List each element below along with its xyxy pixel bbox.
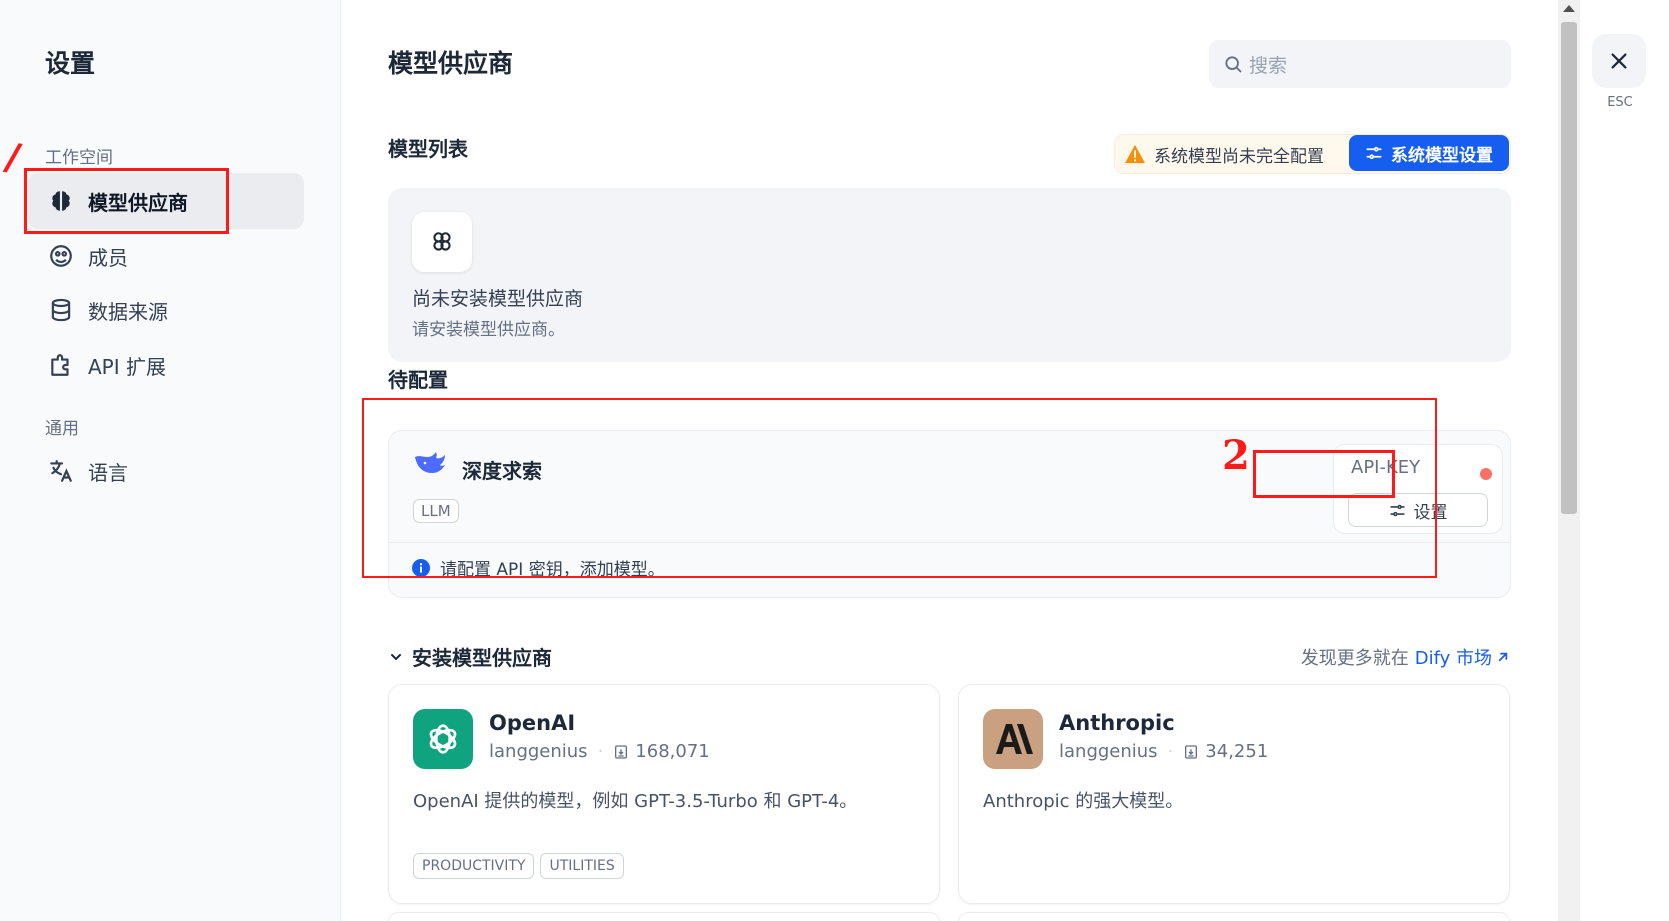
members-icon bbox=[46, 241, 76, 271]
vertical-scrollbar[interactable] bbox=[1558, 0, 1580, 921]
plugin-downloads: 168,071 bbox=[635, 741, 710, 762]
install-provider-toggle[interactable]: 安装模型供应商 bbox=[388, 642, 552, 671]
plugin-tags: PRODUCTIVITY UTILITIES bbox=[413, 853, 624, 879]
plugin-name: OpenAI bbox=[489, 711, 576, 735]
translate-icon bbox=[46, 456, 76, 486]
annotation-mark-2: 2 bbox=[1222, 432, 1250, 479]
scroll-up-arrow-icon[interactable] bbox=[1563, 5, 1575, 12]
warning-icon bbox=[1124, 144, 1146, 164]
settings-app: 设置 工作空间 模型供应商 成员 数据来源 API 扩展 通用 语言 模型供应商… bbox=[0, 0, 1669, 921]
apikey-setup-label: 设置 bbox=[1413, 502, 1448, 523]
plugin-card-partial[interactable] bbox=[388, 912, 940, 921]
search-icon bbox=[1223, 54, 1243, 74]
apikey-label: API-KEY bbox=[1351, 457, 1421, 478]
empty-model-list-card: 尚未安装模型供应商 请安装模型供应商。 bbox=[388, 188, 1511, 362]
model-list-label: 模型列表 bbox=[388, 137, 468, 161]
plugin-card-openai[interactable]: OpenAI langgenius · 168,071 OpenAI 提供的模型… bbox=[388, 684, 940, 904]
system-model-settings-label: 系统模型设置 bbox=[1391, 145, 1493, 166]
openai-logo-icon bbox=[413, 709, 473, 769]
general-group-label: 通用 bbox=[45, 419, 79, 439]
pending-provider-header: 深度求索 LLM API-KEY 设置 bbox=[389, 431, 1510, 543]
dify-market-link[interactable]: 发现更多就在 Dify 市场 bbox=[1301, 644, 1511, 670]
plugin-desc: Anthropic 的强大模型。 bbox=[983, 791, 1184, 812]
provider-name: 深度求索 bbox=[462, 459, 542, 483]
page-title: 模型供应商 bbox=[388, 49, 514, 78]
scroll-thumb[interactable] bbox=[1561, 22, 1577, 514]
empty-state-title: 尚未安装模型供应商 bbox=[412, 288, 584, 310]
market-link-text: Dify 市场 bbox=[1414, 648, 1492, 669]
pending-info-text: 请配置 API 密钥，添加模型。 bbox=[440, 560, 665, 580]
download-count-icon bbox=[1183, 744, 1199, 760]
apikey-setup-button[interactable]: 设置 bbox=[1348, 493, 1488, 527]
search-input[interactable]: 搜索 bbox=[1209, 40, 1511, 88]
warning-text: 系统模型尚未完全配置 bbox=[1154, 146, 1324, 167]
info-icon bbox=[411, 558, 431, 578]
settings-sidebar: 设置 工作空间 模型供应商 成员 数据来源 API 扩展 通用 语言 bbox=[0, 0, 341, 921]
arrow-up-right-icon bbox=[1495, 649, 1511, 665]
close-button[interactable] bbox=[1592, 34, 1646, 88]
empty-state-desc: 请安装模型供应商。 bbox=[412, 320, 565, 340]
sidebar-item-label: 成员 bbox=[88, 245, 128, 270]
pending-provider-card: 深度求索 LLM API-KEY 设置 请配置 API 密钥，添加模型。 bbox=[388, 430, 1511, 598]
market-prefix: 发现更多就在 bbox=[1300, 648, 1409, 669]
plugin-meta: langgenius · 34,251 bbox=[1059, 741, 1268, 762]
sidebar-item-label: 语言 bbox=[88, 460, 128, 485]
sidebar-item-model-provider[interactable]: 模型供应商 bbox=[28, 173, 304, 229]
sliders-icon bbox=[1365, 144, 1383, 162]
anthropic-logo-icon bbox=[983, 709, 1043, 769]
sidebar-item-language[interactable]: 语言 bbox=[28, 443, 304, 499]
plugin-card-partial[interactable] bbox=[958, 912, 1510, 921]
plugin-author: langgenius bbox=[489, 741, 588, 762]
plugin-card-anthropic[interactable]: Anthropic langgenius · 34,251 Anthropic … bbox=[958, 684, 1510, 904]
system-model-settings-button[interactable]: 系统模型设置 bbox=[1349, 135, 1509, 171]
apikey-status-indicator bbox=[1480, 468, 1492, 480]
main-content: 模型供应商 搜索 模型列表 系统模型尚未完全配置 系统模型设置 尚未安装模型供应… bbox=[341, 0, 1558, 921]
provider-type-tag: LLM bbox=[413, 499, 459, 523]
sidebar-item-data-source[interactable]: 数据来源 bbox=[28, 282, 304, 338]
pending-config-label: 待配置 bbox=[388, 368, 448, 392]
pending-provider-info: 请配置 API 密钥，添加模型。 bbox=[411, 555, 665, 580]
close-icon bbox=[1608, 50, 1630, 72]
meta-separator: · bbox=[1167, 741, 1174, 762]
deepseek-logo-icon bbox=[413, 449, 449, 479]
plugin-tag: UTILITIES bbox=[540, 853, 624, 879]
plugin-meta: langgenius · 168,071 bbox=[489, 741, 710, 762]
sidebar-item-label: API 扩展 bbox=[88, 354, 166, 379]
sidebar-item-label: 模型供应商 bbox=[88, 190, 188, 215]
sidebar-item-label: 数据来源 bbox=[88, 299, 168, 324]
plugin-author: langgenius bbox=[1059, 741, 1158, 762]
chevron-down-icon bbox=[388, 649, 404, 665]
plugin-name: Anthropic bbox=[1059, 711, 1175, 735]
brain-icon bbox=[46, 186, 76, 216]
plugin-tag: PRODUCTIVITY bbox=[413, 853, 535, 879]
sidebar-title: 设置 bbox=[45, 49, 96, 78]
plugin-desc: OpenAI 提供的模型，例如 GPT-3.5-Turbo 和 GPT-4。 bbox=[413, 791, 858, 812]
search-placeholder: 搜索 bbox=[1249, 54, 1288, 77]
workspace-group-label: 工作空间 bbox=[45, 148, 113, 168]
sidebar-item-api-extension[interactable]: API 扩展 bbox=[28, 337, 304, 393]
esc-label: ESC bbox=[1607, 95, 1633, 110]
install-provider-label: 安装模型供应商 bbox=[412, 646, 552, 670]
empty-state-icon bbox=[412, 212, 472, 272]
download-count-icon bbox=[613, 744, 629, 760]
database-icon bbox=[46, 295, 76, 325]
sliders-icon bbox=[1389, 502, 1406, 519]
puzzle-icon bbox=[46, 350, 76, 380]
meta-separator: · bbox=[597, 741, 604, 762]
sidebar-item-members[interactable]: 成员 bbox=[28, 228, 304, 284]
plugin-downloads: 34,251 bbox=[1205, 741, 1269, 762]
apikey-panel: API-KEY 设置 bbox=[1333, 444, 1503, 534]
